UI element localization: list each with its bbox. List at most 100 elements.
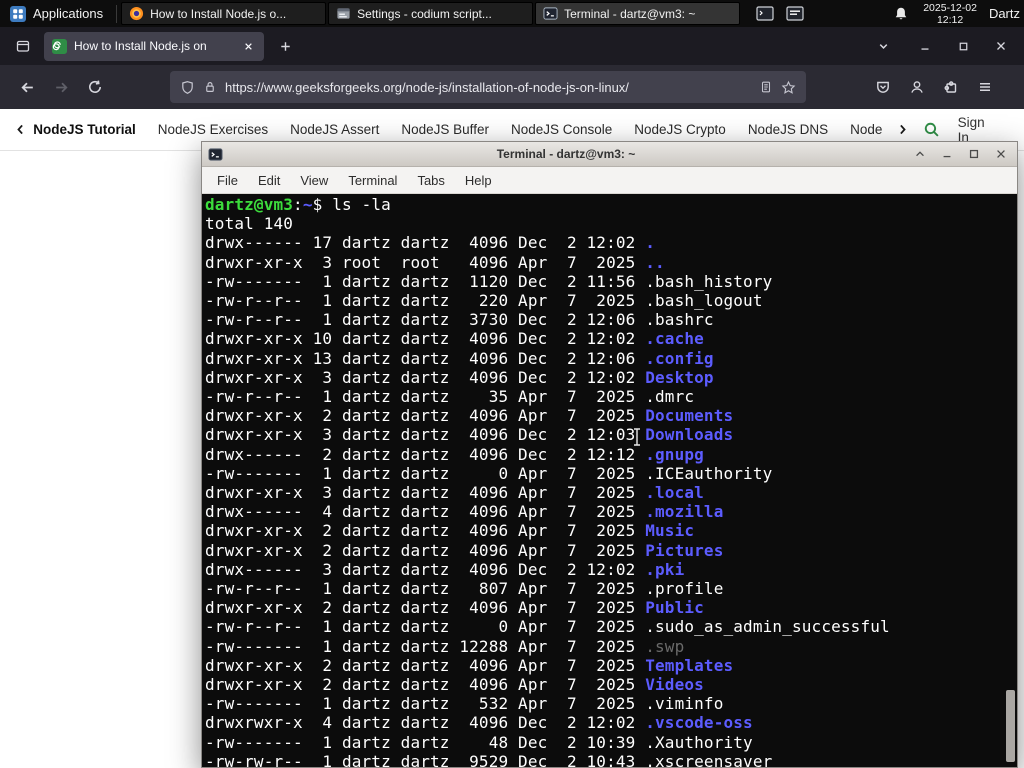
site-nav-link[interactable]: NodeJS Buffer	[390, 122, 500, 137]
menu-hamburger-icon[interactable]	[968, 70, 1002, 104]
window-controls	[910, 32, 1016, 60]
reload-button[interactable]	[78, 70, 112, 104]
file-meta: drwxr-xr-x 2 dartz dartz 4096 Apr 7 2025	[205, 406, 646, 426]
terminal-icon	[543, 6, 558, 21]
site-nav-link[interactable]: NodeJS Exercises	[147, 122, 279, 137]
tab-strip: How to Install Node.js on	[0, 27, 1024, 65]
tracking-shield-icon[interactable]	[180, 80, 195, 95]
site-nav-link[interactable]: NodeJS DNS	[737, 122, 839, 137]
url-text[interactable]: https://www.geeksforgeeks.org/node-js/in…	[225, 80, 751, 95]
tray-terminal-window-icon[interactable]	[785, 5, 805, 23]
site-nav-link[interactable]: NodeJS Assert	[279, 122, 390, 137]
terminal-line: drwxr-xr-x 2 dartz dartz 4096 Apr 7 2025…	[205, 541, 1017, 560]
back-button[interactable]	[10, 70, 44, 104]
file-meta: drwxr-xr-x 10 dartz dartz 4096 Dec 2 12:…	[205, 329, 646, 349]
chevron-right-icon[interactable]	[893, 123, 910, 136]
terminal-scrollbar-thumb[interactable]	[1006, 690, 1015, 762]
prompt-path: ~	[302, 195, 313, 214]
taskbar-item-label: Terminal - dartz@vm3: ~	[564, 6, 696, 21]
file-meta: -rw------- 1 dartz dartz 1120 Dec 2 11:5…	[205, 271, 646, 291]
file-meta: -rw------- 1 dartz dartz 48 Dec 2 10:39	[205, 732, 646, 752]
tab-close-icon[interactable]	[240, 38, 256, 54]
file-name: .	[645, 233, 656, 253]
file-meta: -rw-r--r-- 1 dartz dartz 220 Apr 7 2025	[205, 291, 646, 311]
prompt-colon: :	[293, 195, 303, 214]
panel-user-label[interactable]: Dartz	[989, 6, 1020, 21]
site-nav-link[interactable]: NodeJS Console	[500, 122, 623, 137]
terminal-line: drwxr-xr-x 3 dartz dartz 4096 Dec 2 12:0…	[205, 368, 1017, 387]
site-nav-link[interactable]: NodeJS Tutorial	[29, 122, 147, 137]
tab-title: How to Install Node.js on	[74, 39, 207, 53]
terminal-line: drwx------ 4 dartz dartz 4096 Apr 7 2025…	[205, 502, 1017, 521]
window-minimize-button[interactable]	[910, 32, 940, 60]
file-name: .bash_history	[645, 271, 773, 291]
window-close-button[interactable]	[986, 32, 1016, 60]
taskbar-item-terminal[interactable]: Terminal - dartz@vm3: ~	[535, 2, 741, 25]
file-name: Videos	[645, 675, 704, 695]
terminal-menu-help[interactable]: Help	[456, 170, 501, 191]
account-icon[interactable]	[900, 70, 934, 104]
file-meta: -rw-rw-r-- 1 dartz dartz 9529 Dec 2 10:4…	[205, 751, 646, 767]
pocket-icon[interactable]	[866, 70, 900, 104]
terminal-title: Terminal - dartz@vm3: ~	[496, 147, 636, 161]
site-nav-link[interactable]: NodeJS Crypto	[623, 122, 737, 137]
terminal-maximize-button[interactable]	[963, 145, 984, 163]
extensions-icon[interactable]	[934, 70, 968, 104]
top-panel: Applications How to Install Node.js o...…	[0, 0, 1024, 27]
terminal-menu-view[interactable]: View	[291, 170, 337, 191]
sign-in-button[interactable]: Sign In	[958, 115, 998, 145]
site-nav-link[interactable]: Node	[839, 122, 893, 137]
file-name: .local	[645, 483, 704, 503]
file-meta: drwx------ 2 dartz dartz 4096 Dec 2 12:1…	[205, 444, 646, 464]
url-bar[interactable]: https://www.geeksforgeeks.org/node-js/in…	[170, 71, 806, 103]
file-meta: -rw-r--r-- 1 dartz dartz 3730 Dec 2 12:0…	[205, 310, 646, 330]
file-name: .mozilla	[645, 502, 724, 522]
file-name: .xscreensaver	[645, 751, 773, 767]
file-name: Desktop	[645, 367, 714, 387]
terminal-minimize-button[interactable]	[936, 145, 957, 163]
terminal-line: drwxr-xr-x 2 dartz dartz 4096 Apr 7 2025…	[205, 598, 1017, 617]
terminal-menu-file[interactable]: File	[208, 170, 247, 191]
notification-bell-icon[interactable]	[891, 6, 911, 22]
search-icon[interactable]	[919, 121, 944, 138]
terminal-line: drwxr-xr-x 13 dartz dartz 4096 Dec 2 12:…	[205, 349, 1017, 368]
clock-time: 12:12	[936, 13, 964, 26]
file-name: ..	[645, 252, 665, 272]
file-name: .gnupg	[645, 444, 704, 464]
terminal-close-button[interactable]	[990, 145, 1011, 163]
forward-button[interactable]	[44, 70, 78, 104]
taskbar-item-settings[interactable]: Settings - codium script...	[328, 2, 534, 25]
terminal-line: drwxr-xr-x 3 dartz dartz 4096 Dec 2 12:0…	[205, 425, 1017, 444]
tray-vm-window-icon[interactable]	[755, 5, 775, 23]
browser-tab[interactable]: How to Install Node.js on	[44, 31, 264, 61]
reader-view-icon[interactable]	[759, 80, 773, 94]
prompt-command: ls -la	[332, 195, 391, 214]
terminal-titlebar[interactable]: Terminal - dartz@vm3: ~	[202, 142, 1017, 167]
terminal-menu-edit[interactable]: Edit	[249, 170, 289, 191]
terminal-menu-terminal[interactable]: Terminal	[339, 170, 406, 191]
terminal-line: drwxr-xr-x 2 dartz dartz 4096 Apr 7 2025…	[205, 521, 1017, 540]
window-maximize-button[interactable]	[948, 32, 978, 60]
firefox-view-button[interactable]	[8, 32, 38, 60]
new-tab-button[interactable]	[270, 32, 300, 60]
file-name: .viminfo	[645, 694, 724, 714]
lock-icon[interactable]	[203, 80, 217, 94]
terminal-menu-tabs[interactable]: Tabs	[408, 170, 453, 191]
file-name: .bashrc	[645, 310, 714, 330]
terminal-line: drwxr-xr-x 3 root root 4096 Apr 7 2025 .…	[205, 253, 1017, 272]
panel-clock[interactable]: 2025-12-02 12:12	[923, 2, 977, 26]
bookmark-star-icon[interactable]	[781, 80, 796, 95]
list-all-tabs-chevron-icon[interactable]	[868, 32, 898, 60]
terminal-line: -rw-r--r-- 1 dartz dartz 807 Apr 7 2025 …	[205, 579, 1017, 598]
applications-menu-button[interactable]: Applications	[0, 0, 113, 27]
terminal-line: drwxr-xr-x 10 dartz dartz 4096 Dec 2 12:…	[205, 329, 1017, 348]
chevron-left-icon[interactable]	[12, 123, 29, 136]
terminal-prompt-line: dartz@vm3:~$ ls -la	[205, 195, 1017, 214]
terminal-rollup-button[interactable]	[909, 145, 930, 163]
file-meta: drwxrwxr-x 4 dartz dartz 4096 Dec 2 12:0…	[205, 713, 646, 733]
system-tray	[755, 5, 805, 23]
file-meta: -rw------- 1 dartz dartz 12288 Apr 7 202…	[205, 636, 646, 656]
file-meta: -rw-r--r-- 1 dartz dartz 807 Apr 7 2025	[205, 579, 646, 599]
taskbar-item-browser[interactable]: How to Install Node.js o...	[121, 2, 327, 25]
terminal-line: -rw-r--r-- 1 dartz dartz 35 Apr 7 2025 .…	[205, 387, 1017, 406]
